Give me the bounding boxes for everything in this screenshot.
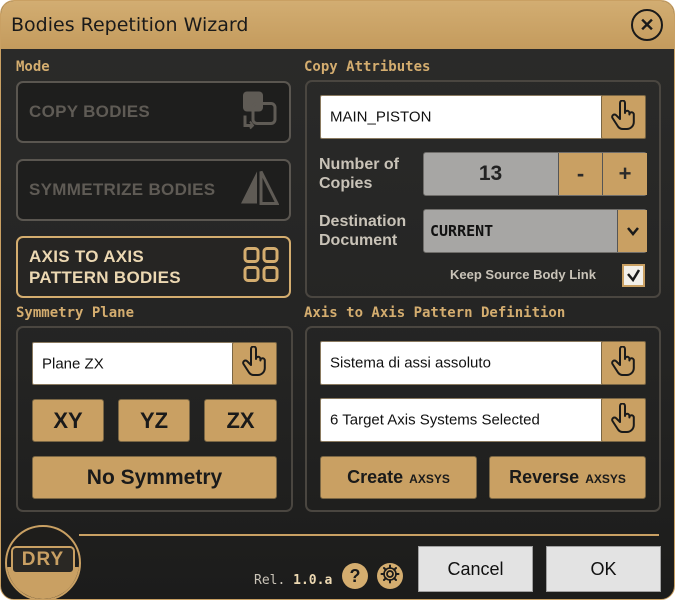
dry-logo: DRY bbox=[5, 525, 81, 599]
source-body-value: MAIN_PISTON bbox=[330, 108, 432, 126]
plane-yz-button[interactable]: YZ bbox=[118, 399, 190, 442]
close-icon: ✕ bbox=[639, 14, 655, 35]
cancel-button[interactable]: Cancel bbox=[418, 546, 533, 592]
reference-axis-field[interactable]: Sistema di assi assoluto bbox=[320, 341, 603, 385]
symmetry-pick-button[interactable] bbox=[232, 342, 277, 385]
increment-button[interactable]: + bbox=[602, 153, 647, 195]
symmetrize-icon bbox=[239, 170, 280, 211]
create-axsys-button[interactable]: Create AXSYS bbox=[320, 456, 477, 499]
hand-pointer-icon bbox=[610, 99, 638, 135]
copy-bodies-icon bbox=[241, 90, 279, 135]
close-button[interactable]: ✕ bbox=[631, 9, 663, 41]
copy-bodies-button[interactable]: COPY BODIES bbox=[16, 81, 291, 143]
create-axsys-suffix: AXSYS bbox=[409, 472, 450, 486]
hand-pointer-icon bbox=[241, 345, 269, 381]
help-button[interactable]: ? bbox=[342, 563, 368, 589]
dest-label-line2: Document bbox=[319, 232, 398, 249]
reference-axis-pick-button[interactable] bbox=[601, 341, 646, 385]
destination-document-label: Destination Document bbox=[319, 212, 406, 250]
no-symmetry-button[interactable]: No Symmetry bbox=[32, 456, 277, 499]
hand-pointer-icon bbox=[610, 345, 638, 381]
symmetry-plane-label: Symmetry Plane bbox=[16, 305, 135, 321]
create-label: Create bbox=[347, 467, 404, 487]
release-prefix: Rel. bbox=[254, 573, 286, 588]
title-bar: Bodies Repetition Wizard ✕ bbox=[1, 1, 674, 49]
target-axes-field[interactable]: 6 Target Axis Systems Selected bbox=[320, 398, 603, 442]
ok-button[interactable]: OK bbox=[546, 546, 661, 592]
symmetry-plane-field[interactable]: Plane ZX bbox=[32, 342, 234, 385]
mode-section-label: Mode bbox=[16, 59, 50, 75]
plane-zx-button[interactable]: ZX bbox=[204, 399, 277, 442]
axis-to-axis-pattern-button[interactable]: AXIS TO AXIS PATTERN BODIES bbox=[16, 236, 291, 298]
checkmark-icon bbox=[627, 269, 641, 283]
decrement-button[interactable]: - bbox=[558, 153, 602, 195]
dest-label-line1: Destination bbox=[319, 213, 407, 230]
release-version: 1.0.a bbox=[293, 573, 333, 588]
grid-pattern-icon bbox=[243, 247, 279, 288]
question-mark-icon: ? bbox=[349, 565, 361, 586]
symmetry-plane-value: Plane ZX bbox=[42, 355, 104, 372]
symmetrize-bodies-label: SYMMETRIZE BODIES bbox=[29, 180, 216, 199]
window-title: Bodies Repetition Wizard bbox=[11, 14, 249, 36]
pattern-definition-label: Axis to Axis Pattern Definition bbox=[304, 305, 566, 321]
source-body-field[interactable]: MAIN_PISTON bbox=[320, 95, 603, 139]
reverse-axsys-suffix: AXSYS bbox=[585, 472, 626, 486]
wizard-window: Bodies Repetition Wizard ✕ Mode COPY BOD… bbox=[0, 0, 675, 600]
target-axes-value: 6 Target Axis Systems Selected bbox=[330, 411, 540, 429]
copy-attributes-label: Copy Attributes bbox=[304, 59, 431, 75]
copies-label-line2: Copies bbox=[319, 175, 373, 192]
copies-stepper: 13 - + bbox=[423, 152, 647, 196]
destination-dropdown[interactable]: CURRENT bbox=[423, 209, 647, 253]
reference-axis-value: Sistema di assi assoluto bbox=[330, 354, 491, 372]
copy-bodies-label: COPY BODIES bbox=[29, 102, 151, 121]
release-info: Rel. 1.0.a bbox=[254, 573, 332, 588]
plane-xy-button[interactable]: XY bbox=[32, 399, 104, 442]
logo-text: DRY bbox=[11, 546, 75, 574]
number-of-copies-label: Number of Copies bbox=[319, 155, 399, 193]
symmetrize-bodies-button[interactable]: SYMMETRIZE BODIES bbox=[16, 159, 291, 221]
axis-to-axis-label: AXIS TO AXIS PATTERN BODIES bbox=[29, 246, 181, 288]
keep-source-link-label: Keep Source Body Link bbox=[450, 267, 596, 282]
copies-label-line1: Number of bbox=[319, 156, 399, 173]
axis-to-axis-line1: AXIS TO AXIS bbox=[29, 247, 145, 266]
keep-source-link-checkbox[interactable] bbox=[622, 264, 645, 287]
source-pick-button[interactable] bbox=[601, 95, 646, 139]
copies-value[interactable]: 13 bbox=[424, 153, 557, 195]
footer-divider bbox=[79, 534, 659, 536]
chevron-down-icon[interactable] bbox=[617, 210, 647, 252]
settings-button[interactable] bbox=[377, 563, 403, 589]
reverse-label: Reverse bbox=[509, 467, 580, 487]
hand-pointer-icon bbox=[610, 402, 638, 438]
gear-icon bbox=[380, 564, 400, 589]
destination-value: CURRENT bbox=[430, 222, 494, 240]
target-axes-pick-button[interactable] bbox=[601, 398, 646, 442]
axis-to-axis-line2: PATTERN BODIES bbox=[29, 268, 181, 287]
reverse-axsys-button[interactable]: Reverse AXSYS bbox=[489, 456, 646, 499]
